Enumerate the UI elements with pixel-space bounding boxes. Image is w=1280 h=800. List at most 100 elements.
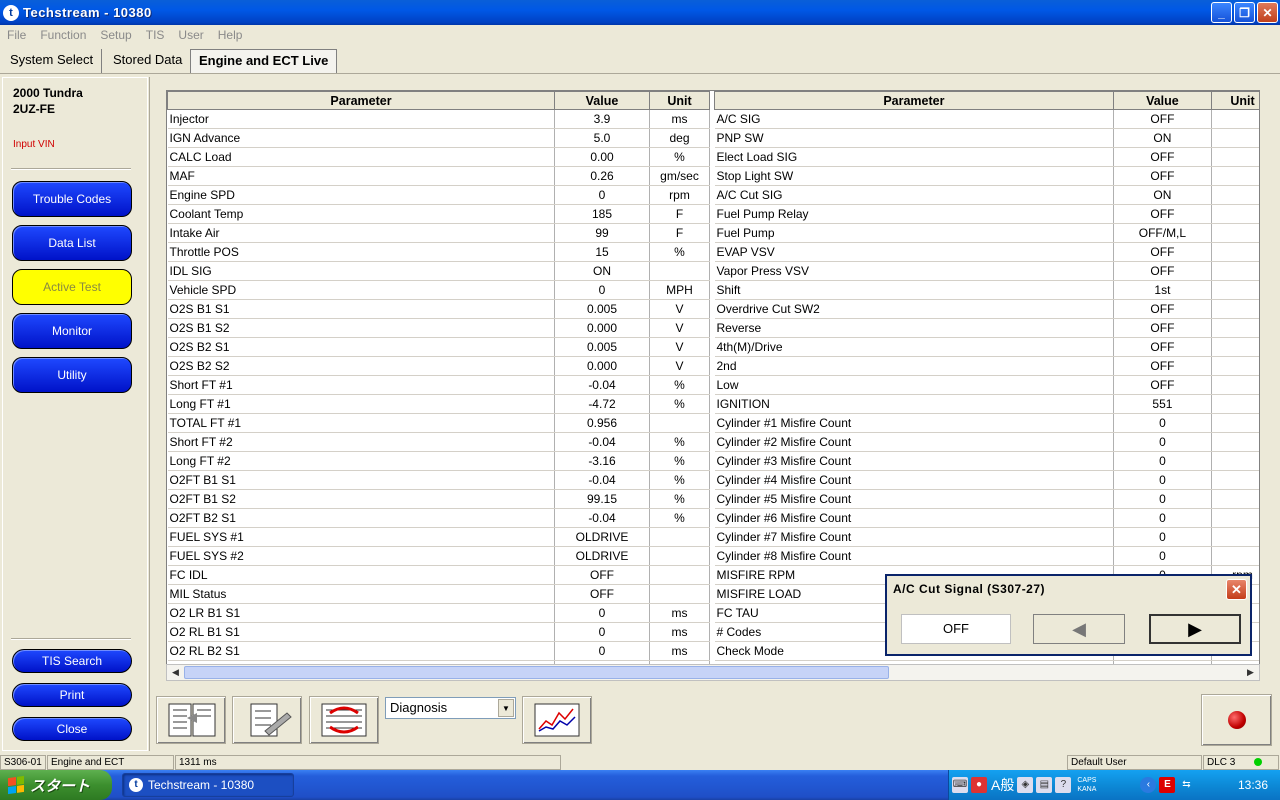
parameter-header[interactable]: Parameter — [167, 91, 555, 110]
table-row[interactable]: Coolant Temp 185 F — [167, 204, 710, 224]
network-icon[interactable]: ⇆ — [1178, 777, 1194, 793]
table-row[interactable]: Short FT #2 -0.04% — [167, 432, 710, 452]
previous-button[interactable]: ◀ — [1033, 614, 1125, 644]
table-row[interactable]: Short FT #1 -0.04% — [167, 375, 710, 395]
help-icon[interactable]: ? — [1055, 777, 1072, 793]
menu-tis[interactable]: TIS — [139, 28, 172, 42]
table-row[interactable]: Vehicle SPD 0 MPH — [167, 280, 710, 300]
scrollbar-thumb[interactable] — [184, 666, 889, 679]
menu-function[interactable]: Function — [33, 28, 93, 42]
table-row[interactable]: Cylinder #7 Misfire Count 0 — [714, 527, 1259, 547]
taskbar-item-techstream[interactable]: t Techstream - 10380 — [122, 773, 294, 797]
table-row[interactable]: O2 RL B2 S1 0 ms — [167, 641, 710, 661]
table-row[interactable]: IGN Advance 5.0 deg — [167, 128, 710, 148]
table-row[interactable]: Fuel Pump Relay OFF — [714, 204, 1259, 224]
tool-icon[interactable]: ▤ — [1036, 777, 1053, 793]
ime-icon[interactable]: ● — [971, 777, 987, 793]
table-row[interactable]: PNP SW ON — [714, 128, 1259, 148]
menu-setup[interactable]: Setup — [93, 28, 138, 42]
tab-engine-ect-live[interactable]: Engine and ECT Live — [190, 49, 338, 73]
table-row[interactable]: O2FT B1 S1 -0.04% — [167, 470, 710, 490]
chevron-left-icon[interactable]: ‹ — [1140, 777, 1157, 793]
table-row[interactable]: Shift 1st — [714, 280, 1259, 300]
table-row[interactable]: FC IDL OFF — [167, 565, 710, 585]
table-row[interactable]: Injector 3.9 ms — [167, 109, 710, 129]
value-header[interactable]: Value — [1112, 91, 1212, 110]
table-row[interactable]: Long FT #2 -3.16% — [167, 451, 710, 471]
table-row[interactable]: Cylinder #8 Misfire Count 0 — [714, 546, 1259, 566]
table-row[interactable]: Cylinder #5 Misfire Count 0 — [714, 489, 1259, 509]
edit-list-button[interactable] — [232, 696, 302, 744]
table-row[interactable]: 2nd OFF — [714, 356, 1259, 376]
parameter-header[interactable]: Parameter — [714, 91, 1114, 110]
table-row[interactable]: Overdrive Cut SW2 OFF — [714, 299, 1259, 319]
table-row[interactable]: Vapor Press VSV OFF — [714, 261, 1259, 281]
table-row[interactable]: Cylinder #2 Misfire Count 0 — [714, 432, 1259, 452]
sort-list-button[interactable] — [309, 696, 379, 744]
table-row[interactable]: IGNITION 551 — [714, 394, 1259, 414]
table-row[interactable]: Reverse OFF — [714, 318, 1259, 338]
table-row[interactable]: Stop Light SW OFF — [714, 166, 1259, 186]
minimize-button[interactable]: _ — [1211, 2, 1232, 23]
active-test-button[interactable]: Active Test — [12, 269, 132, 305]
value-header[interactable]: Value — [554, 91, 650, 110]
table-row[interactable]: FUEL SYS #1 OLDRIVE — [167, 527, 710, 547]
graph-button[interactable] — [522, 696, 592, 744]
monitor-button[interactable]: Monitor — [12, 313, 132, 349]
dialog-close-button[interactable]: ✕ — [1226, 579, 1247, 600]
table-row[interactable]: Cylinder #1 Misfire Count 0 — [714, 413, 1259, 433]
table-row[interactable]: MAF 0.26 gm/sec — [167, 166, 710, 186]
table-row[interactable]: Elect Load SIG OFF — [714, 147, 1259, 167]
scroll-right-icon[interactable]: ▶ — [1243, 666, 1258, 679]
table-row[interactable]: O2S B1 S2 0.000 V — [167, 318, 710, 338]
table-row[interactable]: Fuel Pump OFF/M,L — [714, 223, 1259, 243]
table-row[interactable]: O2 LR B1 S1 0 ms — [167, 603, 710, 623]
table-row[interactable]: Engine SPD 0 rpm — [167, 185, 710, 205]
start-button[interactable]: スタート — [0, 770, 112, 800]
close-button[interactable]: Close — [12, 717, 132, 741]
table-row[interactable]: Cylinder #4 Misfire Count 0 — [714, 470, 1259, 490]
trouble-codes-button[interactable]: Trouble Codes — [12, 181, 132, 217]
keyboard-icon[interactable]: ⌨ — [952, 777, 968, 793]
dictionary-icon[interactable]: ◈ — [1017, 777, 1034, 793]
input-vin-link[interactable]: Input VIN — [13, 139, 55, 150]
table-row[interactable]: O2S B2 S1 0.005 V — [167, 337, 710, 357]
menu-user[interactable]: User — [171, 28, 210, 42]
tis-search-button[interactable]: TIS Search — [12, 649, 132, 673]
data-list-button[interactable]: Data List — [12, 225, 132, 261]
table-row[interactable]: TOTAL FT #1 0.956 — [167, 413, 710, 433]
next-button[interactable]: ▶ — [1149, 614, 1241, 644]
table-row[interactable]: Intake Air 99 F — [167, 223, 710, 243]
tab-stored-data[interactable]: Stored Data — [105, 49, 192, 73]
table-row[interactable]: Throttle POS 15% — [167, 242, 710, 262]
table-row[interactable]: EVAP VSV OFF — [714, 242, 1259, 262]
table-row[interactable]: A/C Cut SIG ON — [714, 185, 1259, 205]
table-row[interactable]: IDL SIG ON — [167, 261, 710, 281]
table-row[interactable]: Cylinder #6 Misfire Count 0 — [714, 508, 1259, 528]
chevron-down-icon[interactable]: ▼ — [498, 699, 514, 717]
table-row[interactable]: CALC Load 0.00% — [167, 147, 710, 167]
ime-mode[interactable]: A般 — [991, 775, 1014, 795]
menu-file[interactable]: File — [0, 28, 33, 42]
table-row[interactable]: FUEL SYS #2 OLDRIVE — [167, 546, 710, 566]
print-button[interactable]: Print — [12, 683, 132, 707]
table-row[interactable]: Low OFF — [714, 375, 1259, 395]
table-row[interactable]: Long FT #1 -4.72% — [167, 394, 710, 414]
tab-system-select[interactable]: System Select — [2, 49, 103, 73]
scroll-left-icon[interactable]: ◀ — [168, 666, 183, 679]
table-row[interactable]: O2S B1 S1 0.005 V — [167, 299, 710, 319]
record-button[interactable] — [1201, 694, 1272, 746]
table-row[interactable]: MIL Status OFF — [167, 584, 710, 604]
utility-button[interactable]: Utility — [12, 357, 132, 393]
table-row[interactable]: A/C SIG OFF — [714, 109, 1259, 129]
menu-help[interactable]: Help — [211, 28, 250, 42]
close-window-button[interactable]: ✕ — [1257, 2, 1278, 23]
select-list-button[interactable] — [156, 696, 226, 744]
table-row[interactable]: O2S B2 S2 0.000 V — [167, 356, 710, 376]
table-row[interactable]: Cylinder #3 Misfire Count 0 — [714, 451, 1259, 471]
table-row[interactable]: O2FT B1 S2 99.15% — [167, 489, 710, 509]
e-icon[interactable]: E — [1159, 777, 1176, 793]
unit-header[interactable]: Unit — [649, 91, 710, 110]
unit-header[interactable]: Unit — [1210, 91, 1259, 110]
maximize-button[interactable]: ❐ — [1234, 2, 1255, 23]
